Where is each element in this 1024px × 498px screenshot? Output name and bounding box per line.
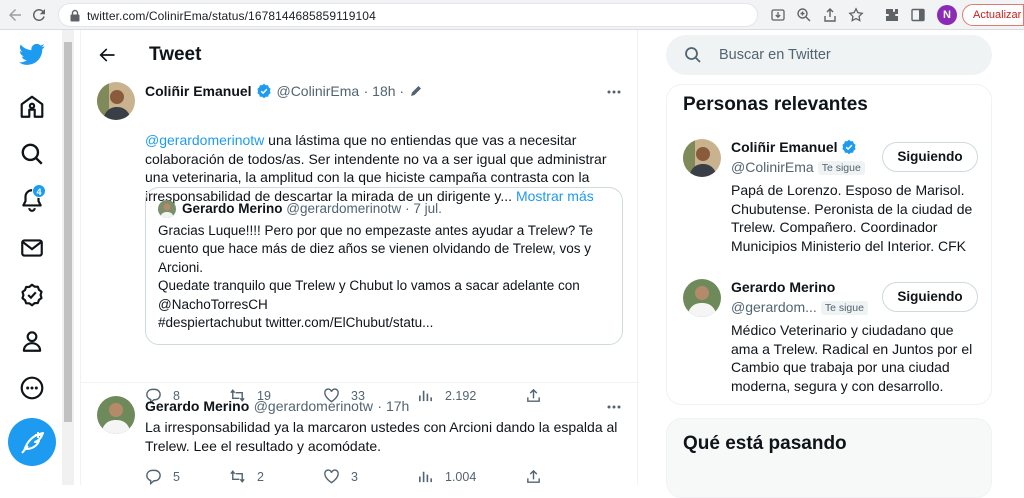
- views-chart-icon: [419, 471, 432, 483]
- back-arrow-icon[interactable]: [6, 6, 24, 24]
- home-icon[interactable]: [19, 94, 45, 120]
- zoom-icon[interactable]: [796, 7, 812, 23]
- messages-icon[interactable]: [19, 235, 45, 261]
- extensions-icon[interactable]: [884, 7, 900, 23]
- bookmark-star-icon[interactable]: [848, 7, 864, 23]
- person-card[interactable]: Gerardo Merino @gerardom... Te sigue Sigu…: [667, 277, 993, 402]
- person-bio: Médico Veterinario y ciudadano que ama a…: [731, 322, 973, 394]
- search-icon: [685, 47, 701, 63]
- avatar[interactable]: [97, 396, 135, 434]
- search-input[interactable]: Buscar en Twitter: [666, 35, 992, 75]
- side-panel-icon[interactable]: [910, 7, 926, 23]
- quoted-tweet-time: · 7 jul.: [405, 201, 442, 216]
- profile-icon[interactable]: [19, 328, 45, 354]
- quoted-author-row: Gerardo Merino @gerardomerinotw · 7 jul.: [182, 201, 442, 216]
- panel-title: Qué está pasando: [683, 433, 847, 454]
- author-handle[interactable]: @gerardomerinotw: [254, 398, 373, 414]
- twitter-logo-icon[interactable]: [19, 41, 45, 67]
- avatar[interactable]: [683, 139, 721, 177]
- compose-tweet-button[interactable]: [8, 418, 56, 466]
- avatar[interactable]: [97, 82, 135, 120]
- share-icon: [527, 469, 540, 483]
- tweet-header: Tweet: [81, 30, 639, 80]
- back-arrow-icon[interactable]: [97, 45, 117, 65]
- profile-avatar[interactable]: N: [937, 5, 957, 25]
- person-card[interactable]: Coliñir Emanuel @ColinirEma Te sigue Sigu…: [667, 137, 993, 262]
- retweet-icon: [230, 470, 245, 483]
- following-button[interactable]: Siguiendo: [882, 142, 978, 172]
- heart-icon: [324, 469, 339, 484]
- quoted-tweet-text: Gracias Luque!!!! Pero por que no empeza…: [158, 223, 594, 331]
- address-bar[interactable]: twitter.com/ColinirEma/status/1678144685…: [58, 3, 758, 27]
- tweet-detail-column: Tweet Coliñir Emanuel @ColinirEma · 18h …: [80, 30, 639, 485]
- following-button[interactable]: Siguiendo: [882, 282, 978, 312]
- person-name: Coliñir Emanuel: [731, 139, 857, 155]
- more-options-icon[interactable]: [605, 398, 623, 416]
- author-handle[interactable]: @ColinirEma: [276, 83, 359, 99]
- author-name[interactable]: Gerardo Merino: [145, 398, 249, 414]
- quoted-tweet[interactable]: Gerardo Merino @gerardomerinotw · 7 jul.…: [145, 187, 623, 345]
- page-title: Tweet: [149, 44, 202, 65]
- browser-toolbar: twitter.com/ColinirEma/status/1678144685…: [0, 0, 1024, 30]
- reply-tweet[interactable]: Gerardo Merino @gerardomerinotw · 17h La…: [81, 394, 639, 494]
- search-placeholder: Buscar en Twitter: [719, 47, 831, 63]
- verified-badge-icon: [256, 83, 272, 99]
- tweet-author-row: Coliñir Emanuel @ColinirEma · 18h ·: [145, 83, 423, 101]
- install-app-icon[interactable]: [770, 7, 786, 23]
- quoted-author-name: Gerardo Merino: [182, 201, 283, 216]
- relevant-people-panel: Personas relevantes Coliñir Emanuel @Col…: [666, 84, 992, 405]
- reply-icon: [146, 469, 161, 485]
- url-text: twitter.com/ColinirEma/status/1678144685…: [87, 9, 376, 23]
- tweet-text: La irresponsabilidad ya la marcaron uste…: [145, 419, 618, 454]
- tweet-author-row: Gerardo Merino @gerardomerinotw · 17h: [145, 398, 409, 416]
- person-handle: @ColinirEma Te sigue: [731, 159, 865, 175]
- person-bio: Papá de Lorenzo. Esposo de Marisol. Chub…: [731, 182, 973, 254]
- edited-pencil-icon: [409, 84, 423, 98]
- main-tweet[interactable]: Coliñir Emanuel @ColinirEma · 18h · @ger…: [81, 80, 639, 405]
- person-handle: @gerardom... Te sigue: [731, 299, 868, 315]
- follows-you-badge: Te sigue: [817, 161, 865, 175]
- scrollbar-thumb[interactable]: [64, 42, 72, 422]
- author-name[interactable]: Coliñir Emanuel: [145, 83, 252, 99]
- tweet-time[interactable]: · 17h: [377, 398, 409, 414]
- avatar[interactable]: [683, 279, 721, 317]
- more-options-icon[interactable]: [605, 83, 623, 101]
- divider: [81, 382, 639, 383]
- follows-you-badge: Te sigue: [820, 301, 868, 315]
- tweet-time[interactable]: · 18h ·: [364, 83, 404, 99]
- notifications-badge: 4: [32, 184, 46, 198]
- mention-link[interactable]: @gerardomerinotw: [145, 132, 264, 148]
- avatar: [158, 200, 176, 218]
- share-icon[interactable]: [822, 7, 838, 23]
- more-icon[interactable]: [19, 375, 45, 401]
- update-button[interactable]: Actualizar: [962, 4, 1024, 26]
- verified-badge-icon: [841, 139, 857, 155]
- lock-icon[interactable]: [69, 9, 81, 22]
- panel-title: Personas relevantes: [683, 94, 868, 115]
- reload-icon[interactable]: [30, 6, 48, 24]
- trending-panel: Qué está pasando: [666, 418, 992, 498]
- person-name: Gerardo Merino: [731, 279, 836, 295]
- verified-icon[interactable]: [19, 282, 45, 308]
- tweet-actions: 5 2 3 1.004: [145, 467, 625, 487]
- explore-icon[interactable]: [19, 141, 45, 167]
- quoted-author-handle: @gerardomerinotw: [286, 201, 402, 216]
- feather-icon: [21, 432, 44, 454]
- left-navigation: 4: [0, 30, 62, 485]
